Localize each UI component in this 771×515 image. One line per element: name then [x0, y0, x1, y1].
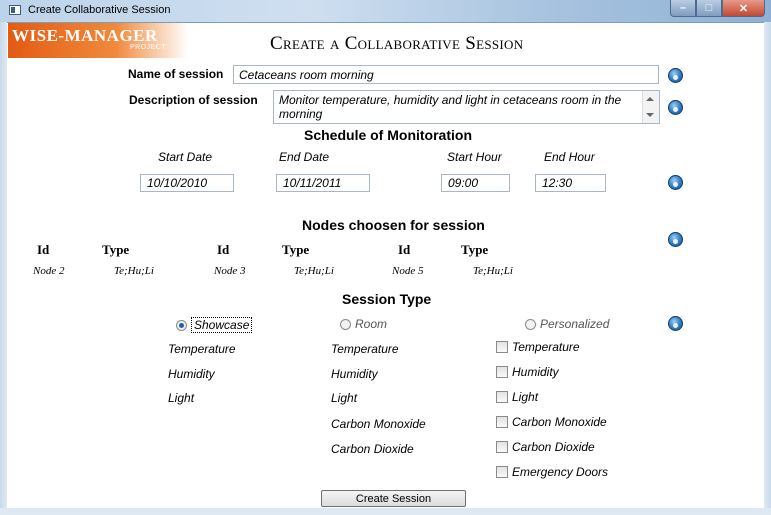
showcase-sensor: Humidity [168, 367, 215, 381]
start-hour-label: Start Hour [447, 150, 502, 164]
help-icon-schedule[interactable] [668, 175, 683, 190]
node-type-header: Type [102, 242, 130, 257]
start-date-label: Start Date [158, 150, 213, 164]
end-hour-input[interactable]: 12:30 [535, 174, 606, 192]
radio-showcase-label: Showcase [191, 317, 253, 333]
logo-main-text: WISE-MANAGER [12, 26, 158, 45]
radio-room-label: Room [355, 317, 388, 331]
create-session-button[interactable]: Create Session [321, 490, 466, 507]
checkbox-carbon-monoxide[interactable]: Carbon Monoxide [496, 415, 607, 429]
radio-selected-icon[interactable] [176, 319, 187, 331]
checkbox-icon[interactable] [496, 341, 508, 353]
maximize-button[interactable]: □ [696, 0, 722, 17]
checkbox-carbon-dioxide[interactable]: Carbon Dioxide [496, 440, 595, 454]
end-hour-label: End Hour [544, 150, 595, 164]
help-icon-description[interactable] [668, 100, 683, 115]
help-icon-name[interactable] [668, 68, 683, 83]
window-controls: – □ ✕ [670, 0, 765, 18]
radio-room[interactable]: Room [340, 317, 387, 331]
node-type: Te;Hu;Li [114, 265, 154, 277]
session-type-title: Session Type [342, 291, 432, 307]
checkbox-humidity[interactable]: Humidity [496, 365, 559, 379]
minimize-button[interactable]: – [670, 0, 696, 17]
help-icon-session-type[interactable] [668, 316, 683, 331]
checkbox-label: Humidity [512, 365, 559, 379]
scroll-up-icon[interactable] [646, 97, 654, 101]
checkbox-icon[interactable] [496, 391, 508, 403]
session-description-input[interactable]: Monitor temperature, humidity and light … [273, 90, 660, 124]
radio-personalized-label: Personalized [540, 317, 610, 331]
help-icon-nodes[interactable] [668, 232, 683, 247]
room-sensor: Temperature [331, 342, 399, 356]
window-frame-bottom [0, 508, 771, 515]
session-description-label: Description of session [129, 93, 258, 107]
checkbox-label: Carbon Monoxide [512, 415, 607, 429]
session-name-label: Name of session [128, 67, 224, 81]
room-sensor: Humidity [331, 367, 378, 381]
node-type: Te;Hu;Li [294, 265, 334, 277]
title-bar: Create Collaborative Session – □ ✕ [0, 0, 771, 23]
node-type-header: Type [282, 242, 310, 257]
schedule-title: Schedule of Monitoration [304, 127, 472, 143]
logo: WISE-MANAGER PROJECT [8, 23, 188, 58]
window-frame-right [764, 22, 771, 515]
description-scrollbar[interactable] [642, 91, 659, 123]
checkbox-icon[interactable] [496, 366, 508, 378]
checkbox-light[interactable]: Light [496, 390, 538, 404]
checkbox-label: Carbon Dioxide [512, 440, 595, 454]
end-date-label: End Date [279, 150, 330, 164]
checkbox-icon[interactable] [496, 416, 508, 428]
checkbox-label: Light [512, 390, 539, 404]
node-id-header: Id [217, 242, 230, 257]
app-icon [9, 5, 21, 15]
checkbox-emergency-doors[interactable]: Emergency Doors [496, 465, 608, 479]
node-type-header: Type [461, 242, 489, 257]
room-sensor: Carbon Monoxide [331, 417, 426, 431]
showcase-sensor: Temperature [168, 342, 236, 356]
node-id: Node 2 [33, 265, 65, 277]
radio-unselected-icon[interactable] [525, 318, 536, 330]
end-date-input[interactable]: 10/11/2011 [276, 174, 370, 192]
scroll-down-icon[interactable] [646, 113, 654, 117]
node-id: Node 3 [214, 265, 246, 277]
session-name-input[interactable]: Cetaceans room morning [233, 65, 659, 84]
radio-showcase[interactable]: Showcase [176, 317, 253, 333]
checkbox-temperature[interactable]: Temperature [496, 340, 580, 354]
window-frame-left [0, 22, 7, 515]
close-button[interactable]: ✕ [722, 0, 765, 17]
session-description-text: Monitor temperature, humidity and light … [279, 93, 622, 121]
checkbox-icon[interactable] [496, 466, 508, 478]
start-hour-input[interactable]: 09:00 [441, 174, 510, 192]
node-type: Te;Hu;Li [473, 265, 513, 277]
page-title: Create a Collaborative Session [270, 33, 524, 54]
nodes-title: Nodes choosen for session [302, 217, 485, 233]
logo-sub-text: PROJECT [130, 44, 167, 51]
checkbox-label: Temperature [512, 340, 580, 354]
room-sensor: Carbon Dioxide [331, 442, 414, 456]
radio-personalized[interactable]: Personalized [525, 317, 609, 331]
radio-unselected-icon[interactable] [340, 318, 351, 330]
node-id-header: Id [37, 242, 50, 257]
node-id: Node 5 [392, 265, 424, 277]
room-sensor: Light [331, 391, 358, 405]
window-title: Create Collaborative Session [28, 4, 171, 16]
checkbox-icon[interactable] [496, 441, 508, 453]
checkbox-label: Emergency Doors [512, 465, 609, 479]
showcase-sensor: Light [168, 391, 195, 405]
node-id-header: Id [398, 242, 411, 257]
start-date-input[interactable]: 10/10/2010 [140, 174, 234, 192]
